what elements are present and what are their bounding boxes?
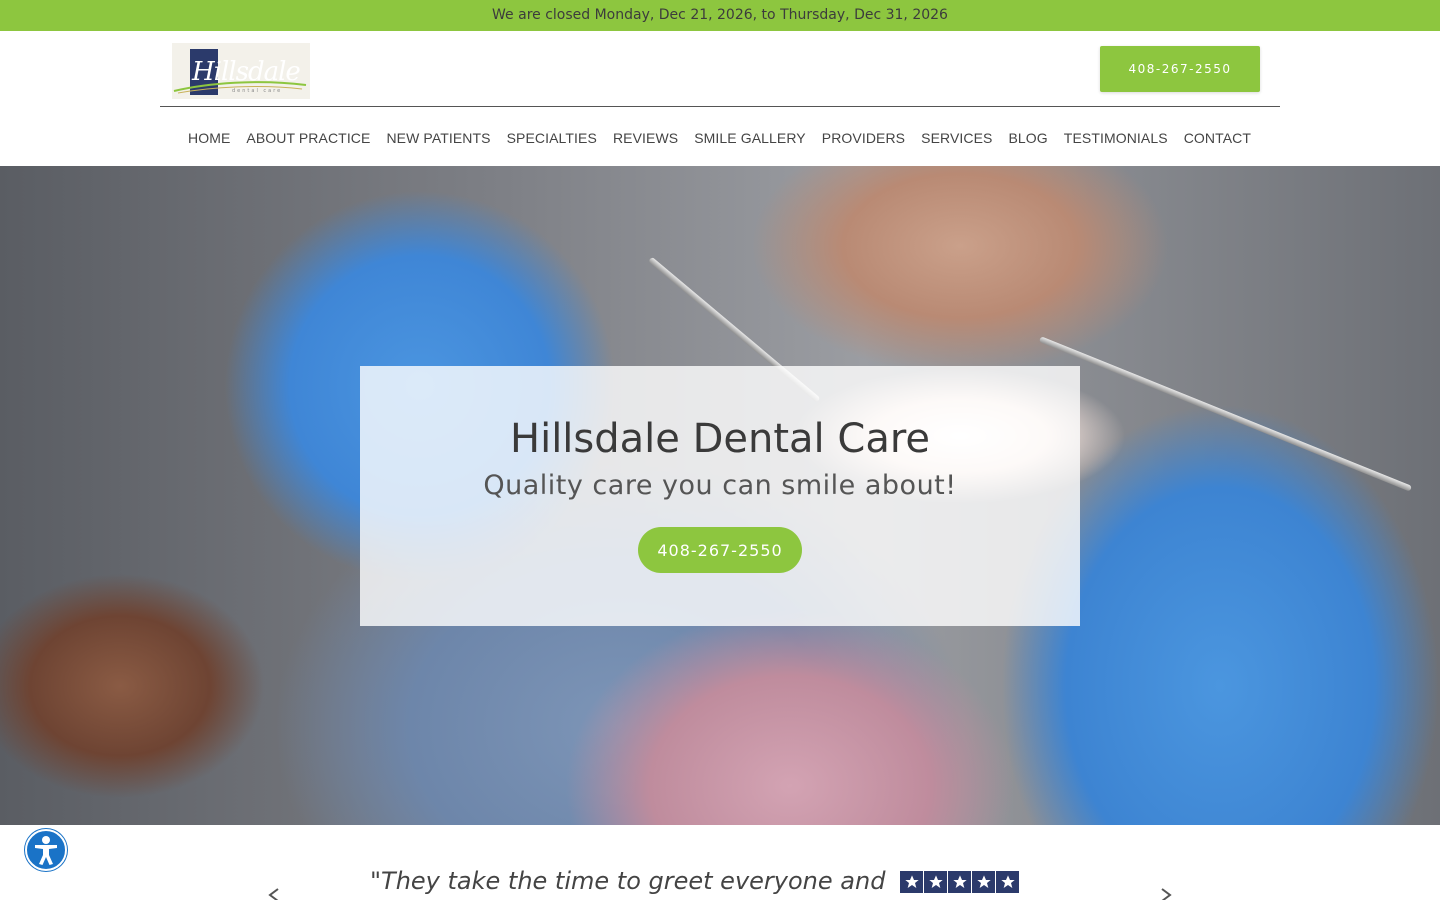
dental-probe-image [1038,336,1412,492]
star-icon [996,871,1020,893]
chevron-right-icon[interactable] [1158,887,1174,900]
header-divider [160,106,1280,107]
star-icon [948,871,972,893]
accessibility-button[interactable] [25,829,67,871]
nav-item-new-patients[interactable]: NEW PATIENTS [378,127,498,149]
hero-card: Hillsdale Dental Care Quality care you c… [360,366,1080,626]
nav-item-reviews[interactable]: REVIEWS [605,127,686,149]
main-nav: HOME ABOUT PRACTICE NEW PATIENTS SPECIAL… [180,127,1259,149]
testimonial-quote: "They take the time to greet everyone an… [370,867,886,895]
nav-item-smile-gallery[interactable]: SMILE GALLERY [686,127,814,149]
logo-text: Hillsdale [192,57,301,87]
hero-banner: Hillsdale Dental Care Quality care you c… [0,166,1440,825]
nav-item-blog[interactable]: BLOG [1000,127,1055,149]
star-icon [924,871,948,893]
nav-item-contact[interactable]: CONTACT [1176,127,1259,149]
chevron-left-icon[interactable] [266,887,282,900]
accessibility-icon [35,836,57,865]
hero-phone-button[interactable]: 408-267-2550 [638,527,802,573]
star-icon [900,871,924,893]
nav-item-about-practice[interactable]: ABOUT PRACTICE [238,127,378,149]
testimonial-section: "They take the time to greet everyone an… [0,825,1440,900]
logo[interactable]: Hillsdale dental care [168,43,310,99]
site-header: Hillsdale dental care 408-267-2550 HOME … [0,31,1440,166]
announcement-bar: We are closed Monday, Dec 21, 2026, to T… [0,0,1440,31]
rating-stars [900,871,1020,893]
nav-item-home[interactable]: HOME [180,127,238,149]
logo-subtext: dental care [232,88,283,94]
nav-item-providers[interactable]: PROVIDERS [814,127,913,149]
nav-item-specialties[interactable]: SPECIALTIES [499,127,605,149]
star-icon [972,871,996,893]
nav-item-testimonials[interactable]: TESTIMONIALS [1056,127,1176,149]
header-phone-button[interactable]: 408-267-2550 [1100,46,1260,92]
nav-item-services[interactable]: SERVICES [913,127,1000,149]
hero-title: Hillsdale Dental Care [510,416,930,462]
hero-subtitle: Quality care you can smile about! [483,470,957,501]
